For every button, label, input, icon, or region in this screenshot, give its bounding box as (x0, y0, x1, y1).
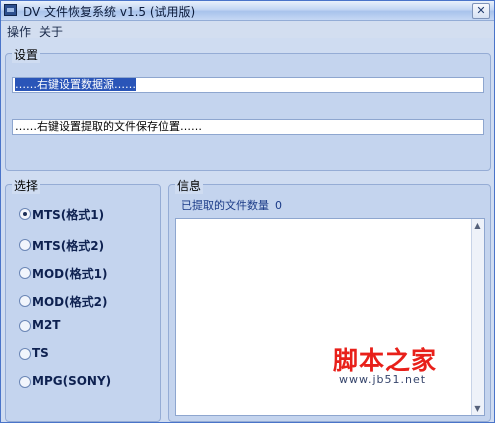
radio-circle-icon (19, 348, 31, 360)
radio-circle-icon (19, 320, 31, 332)
radio-circle-icon (19, 376, 31, 388)
radio-circle-icon (19, 239, 31, 251)
info-log-area[interactable]: ▲ ▼ (175, 218, 485, 416)
radio-dot-icon (23, 212, 27, 216)
extracted-count-line: 已提取的文件数量 0 (181, 197, 282, 213)
vertical-scrollbar[interactable]: ▲ ▼ (471, 219, 484, 415)
watermark-url: www.jb51.net (339, 373, 427, 386)
save-location-field[interactable]: ……右键设置提取的文件保存位置…… (12, 119, 484, 135)
radio-label: TS (32, 346, 49, 360)
menu-item-about[interactable]: 关于 (39, 23, 63, 40)
window-title: DV 文件恢复系统 v1.5 (试用版) (23, 5, 196, 19)
menu-bar: 操作 关于 (1, 21, 494, 40)
close-button[interactable]: ✕ (472, 3, 490, 19)
radio-circle-icon (19, 267, 31, 279)
app-icon (4, 4, 17, 16)
app-window: DV 文件恢复系统 v1.5 (试用版) ✕ 操作 关于 设置 ……右键设置数据… (0, 0, 495, 423)
radio-circle-icon (19, 295, 31, 307)
title-bar[interactable]: DV 文件恢复系统 v1.5 (试用版) ✕ (1, 1, 494, 21)
scroll-up-icon[interactable]: ▲ (472, 220, 483, 231)
radio-label: MTS(格式2) (32, 239, 105, 253)
watermark-logo: 脚本之家 (333, 346, 438, 375)
radio-label: MPG(SONY) (32, 374, 112, 388)
settings-group-title: 设置 (12, 46, 41, 63)
menu-item-operate[interactable]: 操作 (7, 23, 31, 40)
extracted-count-value: 0 (275, 199, 282, 212)
info-group-title: 信息 (175, 177, 204, 194)
radio-label: MOD(格式2) (32, 295, 108, 309)
data-source-placeholder: ……右键设置数据源…… (15, 78, 136, 91)
settings-group: 设置 (5, 46, 491, 171)
save-location-placeholder: ……右键设置提取的文件保存位置…… (15, 120, 202, 133)
radio-label: MOD(格式1) (32, 267, 108, 281)
extracted-count-label: 已提取的文件数量 (181, 199, 269, 212)
data-source-field[interactable]: ……右键设置数据源…… (12, 77, 484, 93)
radio-label: M2T (32, 318, 61, 332)
format-select-title: 选择 (12, 177, 41, 194)
scroll-down-icon[interactable]: ▼ (472, 403, 483, 414)
radio-circle-icon (19, 208, 31, 220)
radio-label: MTS(格式1) (32, 208, 105, 222)
